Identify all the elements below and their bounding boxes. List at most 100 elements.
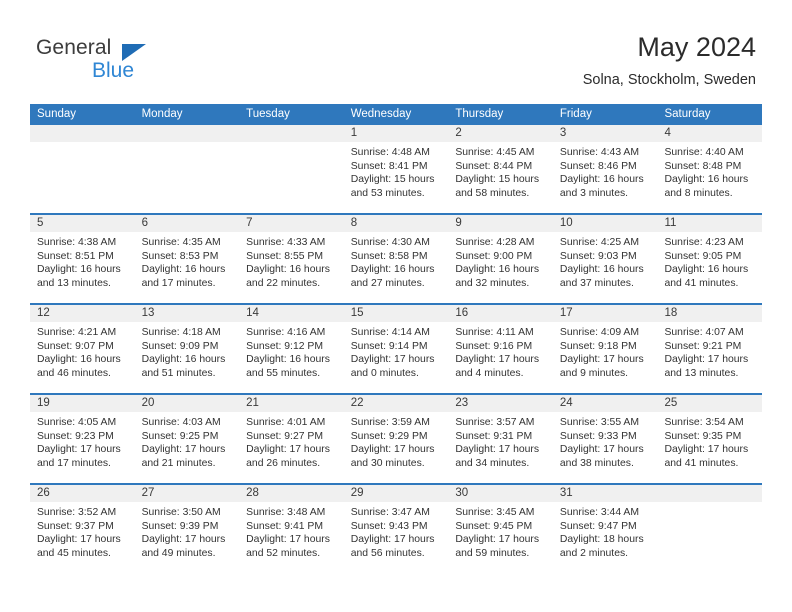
day-number: 1 — [343, 125, 449, 142]
calendar-day-cell[interactable]: 4 Sunrise: 4:40 AM Sunset: 8:48 PM Daylight… — [657, 125, 763, 213]
day-number: 4 — [657, 125, 763, 142]
day-number: 30 — [448, 485, 553, 502]
daylight-text: Daylight: 15 hours and 53 minutes. — [350, 174, 435, 199]
day-details: Sunrise: 4:48 AM Sunset: 8:41 PM Daylight:… — [344, 142, 449, 200]
sunrise-text: Sunrise: 4:23 AM — [664, 237, 744, 248]
sunset-text: Sunset: 9:16 PM — [455, 340, 533, 352]
weekday-header-friday: Friday — [559, 108, 592, 120]
daylight-text: Daylight: 17 hours and 52 minutes. — [246, 534, 330, 559]
sunset-text: Sunset: 8:44 PM — [455, 160, 533, 172]
day-details: Sunrise: 4:03 AM Sunset: 9:25 PM Daylight:… — [135, 412, 240, 470]
calendar-day-cell[interactable]: 13 Sunrise: 4:18 AM Sunset: 9:09 PM Dayligh… — [134, 305, 240, 393]
logo-text-general: General — [36, 36, 112, 59]
calendar-day-cell[interactable]: 15 Sunrise: 4:14 AM Sunset: 9:14 PM Dayligh… — [343, 305, 449, 393]
sunset-text: Sunset: 9:05 PM — [664, 250, 742, 262]
calendar-day-cell[interactable]: 2 Sunrise: 4:45 AM Sunset: 8:44 PM Daylight… — [448, 125, 553, 213]
day-details: Sunrise: 3:48 AM Sunset: 9:41 PM Daylight:… — [239, 502, 344, 560]
day-details: Sunrise: 3:50 AM Sunset: 9:39 PM Daylight:… — [135, 502, 240, 560]
calendar-day-cell[interactable]: 14 Sunrise: 4:16 AM Sunset: 9:12 PM Dayligh… — [239, 305, 344, 393]
sunset-text: Sunset: 9:25 PM — [141, 430, 219, 442]
day-details: Sunrise: 3:44 AM Sunset: 9:47 PM Daylight:… — [553, 502, 658, 560]
calendar-day-cell[interactable]: 21 Sunrise: 4:01 AM Sunset: 9:27 PM Dayligh… — [239, 395, 344, 483]
calendar-day-cell[interactable]: 23 Sunrise: 3:57 AM Sunset: 9:31 PM Dayligh… — [448, 395, 553, 483]
calendar-day-cell[interactable]: 20 Sunrise: 4:03 AM Sunset: 9:25 PM Dayligh… — [134, 395, 240, 483]
sunrise-text: Sunrise: 4:33 AM — [246, 237, 326, 248]
calendar-day-cell[interactable]: 9 Sunrise: 4:28 AM Sunset: 9:00 PM Daylight… — [448, 215, 553, 303]
calendar-day-cell[interactable]: 24 Sunrise: 3:55 AM Sunset: 9:33 PM Dayligh… — [552, 395, 658, 483]
sunset-text: Sunset: 9:23 PM — [37, 430, 114, 442]
sunset-text: Sunset: 8:46 PM — [559, 160, 637, 172]
calendar-day-cell[interactable]: 22 Sunrise: 3:59 AM Sunset: 9:29 PM Dayligh… — [343, 395, 449, 483]
page-title: May 2024 — [637, 32, 756, 62]
location-subtitle: Solna, Stockholm, Sweden — [582, 72, 756, 88]
daylight-text: Daylight: 16 hours and 41 minutes. — [664, 264, 749, 289]
calendar-day-cell[interactable]: 18 Sunrise: 4:07 AM Sunset: 9:21 PM Dayligh… — [657, 305, 763, 393]
sunrise-text: Sunrise: 4:45 AM — [455, 147, 535, 158]
day-details: Sunrise: 4:14 AM Sunset: 9:14 PM Daylight:… — [344, 322, 449, 380]
sunrise-text: Sunrise: 4:01 AM — [246, 417, 326, 428]
day-details: Sunrise: 4:18 AM Sunset: 9:09 PM Daylight:… — [135, 322, 240, 380]
sunrise-text: Sunrise: 4:35 AM — [141, 237, 221, 248]
calendar-day-cell[interactable]: 19 Sunrise: 4:05 AM Sunset: 9:23 PM Dayligh… — [30, 395, 135, 483]
calendar-day-cell[interactable]: 29 Sunrise: 3:47 AM Sunset: 9:43 PM Dayligh… — [343, 485, 449, 573]
day-number: 17 — [552, 305, 658, 322]
calendar-day-cell[interactable]: 11 Sunrise: 4:23 AM Sunset: 9:05 PM Dayligh… — [657, 215, 763, 303]
daylight-text: Daylight: 17 hours and 26 minutes. — [246, 444, 330, 469]
sunset-text: Sunset: 9:29 PM — [350, 430, 428, 442]
calendar-day-cell[interactable]: 3 Sunrise: 4:43 AM Sunset: 8:46 PM Daylight… — [552, 125, 658, 213]
sunset-text: Sunset: 9:33 PM — [559, 430, 637, 442]
day-number: 25 — [657, 395, 763, 412]
calendar-day-cell[interactable]: 10 Sunrise: 4:25 AM Sunset: 9:03 PM Dayligh… — [552, 215, 658, 303]
sunset-text: Sunset: 9:41 PM — [246, 520, 323, 532]
week-cells: 26 Sunrise: 3:52 AM Sunset: 9:37 PM Dayligh… — [30, 485, 763, 573]
calendar-day-cell[interactable]: 28 Sunrise: 3:48 AM Sunset: 9:41 PM Dayligh… — [239, 485, 344, 573]
day-number: 19 — [30, 395, 135, 412]
calendar-day-cell[interactable]: 16 Sunrise: 4:11 AM Sunset: 9:16 PM Dayligh… — [448, 305, 553, 393]
daylight-text: Daylight: 17 hours and 34 minutes. — [455, 444, 540, 469]
sunrise-text: Sunrise: 3:48 AM — [246, 507, 326, 518]
sunset-text: Sunset: 8:53 PM — [141, 250, 219, 262]
day-details: Sunrise: 4:28 AM Sunset: 9:00 PM Daylight:… — [448, 232, 553, 290]
calendar-day-cell[interactable]: 31 Sunrise: 3:44 AM Sunset: 9:47 PM Dayligh… — [552, 485, 658, 573]
day-details: Sunrise: 4:43 AM Sunset: 8:46 PM Daylight:… — [553, 142, 658, 200]
calendar-day-cell[interactable]: 8 Sunrise: 4:30 AM Sunset: 8:58 PM Daylight… — [343, 215, 449, 303]
sunrise-text: Sunrise: 3:50 AM — [141, 507, 221, 518]
calendar-week-row: 12 Sunrise: 4:21 AM Sunset: 9:07 PM Dayligh… — [30, 303, 763, 393]
week-cells: 1 Sunrise: 4:48 AM Sunset: 8:41 PM Daylight… — [30, 125, 763, 213]
day-details: Sunrise: 4:01 AM Sunset: 9:27 PM Daylight:… — [239, 412, 344, 470]
daylight-text: Daylight: 16 hours and 8 minutes. — [664, 174, 749, 199]
calendar-week-row: 26 Sunrise: 3:52 AM Sunset: 9:37 PM Dayligh… — [30, 483, 763, 573]
sunrise-text: Sunrise: 3:57 AM — [455, 417, 535, 428]
daylight-text: Daylight: 17 hours and 56 minutes. — [350, 534, 435, 559]
calendar-day-cell[interactable]: 7 Sunrise: 4:33 AM Sunset: 8:55 PM Daylight… — [239, 215, 344, 303]
calendar-day-cell[interactable]: 17 Sunrise: 4:09 AM Sunset: 9:18 PM Dayligh… — [552, 305, 658, 393]
sunset-text: Sunset: 9:03 PM — [559, 250, 637, 262]
sunrise-text: Sunrise: 4:30 AM — [350, 237, 430, 248]
sunrise-text: Sunrise: 3:45 AM — [455, 507, 535, 518]
weekday-header-saturday: Saturday — [664, 108, 711, 120]
daylight-text: Daylight: 17 hours and 38 minutes. — [559, 444, 644, 469]
daylight-text: Daylight: 17 hours and 59 minutes. — [455, 534, 540, 559]
calendar-day-cell[interactable]: 25 Sunrise: 3:54 AM Sunset: 9:35 PM Dayligh… — [657, 395, 763, 483]
calendar-day-cell[interactable]: 5 Sunrise: 4:38 AM Sunset: 8:51 PM Daylight… — [30, 215, 135, 303]
calendar-day-cell[interactable]: 12 Sunrise: 4:21 AM Sunset: 9:07 PM Dayligh… — [30, 305, 135, 393]
day-number — [657, 485, 763, 502]
sunset-text: Sunset: 9:35 PM — [664, 430, 742, 442]
calendar-day-cell[interactable]: 6 Sunrise: 4:35 AM Sunset: 8:53 PM Daylight… — [134, 215, 240, 303]
sunset-text: Sunset: 9:43 PM — [350, 520, 428, 532]
sunrise-text: Sunrise: 4:14 AM — [350, 327, 430, 338]
calendar-day-cell[interactable]: 1 Sunrise: 4:48 AM Sunset: 8:41 PM Daylight… — [343, 125, 449, 213]
sunrise-text: Sunrise: 4:09 AM — [559, 327, 640, 338]
sunset-text: Sunset: 8:51 PM — [37, 250, 114, 262]
calendar-week-row: 19 Sunrise: 4:05 AM Sunset: 9:23 PM Dayligh… — [30, 393, 763, 483]
day-number: 27 — [134, 485, 240, 502]
day-details: Sunrise: 3:52 AM Sunset: 9:37 PM Daylight:… — [30, 502, 135, 560]
calendar-day-cell[interactable]: 26 Sunrise: 3:52 AM Sunset: 9:37 PM Dayligh… — [30, 485, 135, 573]
daylight-text: Daylight: 16 hours and 22 minutes. — [246, 264, 330, 289]
day-details: Sunrise: 3:55 AM Sunset: 9:33 PM Daylight:… — [553, 412, 658, 470]
sunset-text: Sunset: 9:07 PM — [37, 340, 114, 352]
daylight-text: Daylight: 16 hours and 55 minutes. — [246, 354, 330, 379]
day-number: 14 — [239, 305, 344, 322]
calendar-day-cell[interactable]: 30 Sunrise: 3:45 AM Sunset: 9:45 PM Dayligh… — [448, 485, 553, 573]
calendar-day-cell[interactable]: 27 Sunrise: 3:50 AM Sunset: 9:39 PM Dayligh… — [134, 485, 240, 573]
